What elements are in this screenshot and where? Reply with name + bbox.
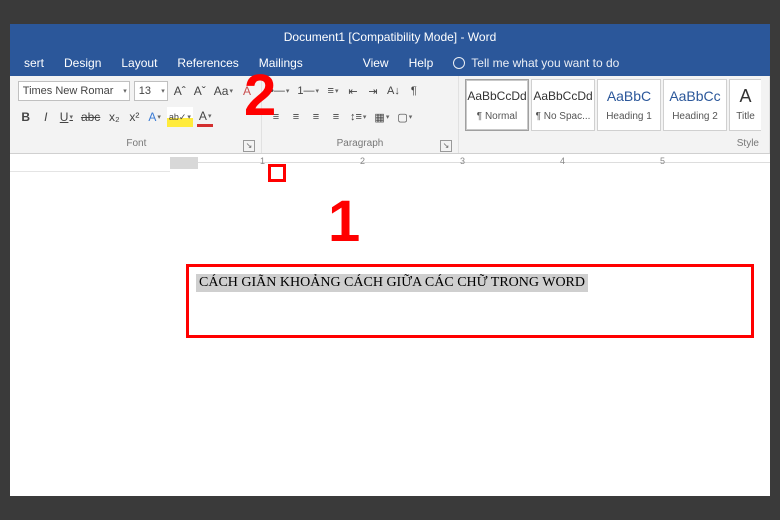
line-spacing-button[interactable]: ↕≡▾ [348,107,368,127]
annotation-rect-1 [186,264,754,338]
shrink-font-button[interactable]: Aˇ [192,81,208,101]
borders-button[interactable]: ▢▾ [395,107,414,127]
group-font: Times New Romar▾ 13▾ Aˆ Aˇ Aa▾ A B I U▾ … [12,76,262,153]
title-bar: Document1 [Compatibility Mode] - Word [10,24,770,50]
annotation-rect-2 [268,164,286,182]
style-heading2[interactable]: AaBbCc Heading 2 [663,79,727,131]
tab-view[interactable]: View [353,52,399,74]
annotation-1: 1 [328,188,360,255]
style-no-spacing[interactable]: AaBbCcDd ¶ No Spac... [531,79,595,131]
font-dialog-launcher[interactable]: ↘ [243,140,255,152]
align-center-button[interactable]: ≡ [288,107,304,127]
annotation-2: 2 [244,62,276,129]
ribbon: Times New Romar▾ 13▾ Aˆ Aˇ Aa▾ A B I U▾ … [10,76,770,154]
tab-references[interactable]: References [167,52,248,74]
bold-button[interactable]: B [18,107,34,127]
font-group-label: Font [126,138,146,149]
styles-group-label: Style [737,138,759,149]
highlight-button[interactable]: ab✓▾ [167,107,193,127]
align-right-button[interactable]: ≡ [308,107,324,127]
tab-insert[interactable]: sert [14,52,54,74]
paragraph-dialog-launcher[interactable]: ↘ [440,140,452,152]
numbering-button[interactable]: 1—▾ [295,81,321,101]
grow-font-button[interactable]: Aˆ [172,81,188,101]
document-area[interactable]: CÁCH GIÃN KHOẢNG CÁCH GIỮA CÁC CHỮ TRONG… [10,172,770,496]
style-title[interactable]: A Title [729,79,761,131]
multilevel-button[interactable]: ≡▾ [325,81,341,101]
font-color-button[interactable]: A▾ [197,107,214,127]
show-marks-button[interactable]: ¶ [406,81,422,101]
italic-button[interactable]: I [38,107,54,127]
tell-me[interactable]: Tell me what you want to do [453,56,619,70]
text-effects-button[interactable]: A▾ [146,107,163,127]
subscript-button[interactable]: x₂ [106,107,122,127]
style-normal[interactable]: AaBbCcDd ¶ Normal [465,79,529,131]
style-heading1[interactable]: AaBbC Heading 1 [597,79,661,131]
tab-help[interactable]: Help [399,52,444,74]
tab-design[interactable]: Design [54,52,111,74]
word-window: Document1 [Compatibility Mode] - Word se… [10,24,770,496]
tell-me-text: Tell me what you want to do [471,56,619,70]
change-case-button[interactable]: Aa▾ [212,81,235,101]
strike-button[interactable]: abc [79,107,102,127]
underline-button[interactable]: U▾ [58,107,75,127]
group-styles: AaBbCcDd ¶ Normal AaBbCcDd ¶ No Spac... … [459,76,770,153]
bulb-icon [453,57,465,69]
decrease-indent-button[interactable]: ⇤ [345,81,361,101]
increase-indent-button[interactable]: ⇥ [365,81,381,101]
font-name-combo[interactable]: Times New Romar▾ [18,81,130,101]
group-paragraph: •—▾ 1—▾ ≡▾ ⇤ ⇥ A↓ ¶ ≡ ≡ ≡ ≡ ↕≡▾ ▦▾ ▢▾ [262,76,459,153]
ribbon-tabs: sert Design Layout References Mailings V… [10,50,770,76]
shading-button[interactable]: ▦▾ [372,107,391,127]
tab-layout[interactable]: Layout [111,52,167,74]
sort-button[interactable]: A↓ [385,81,402,101]
font-size-combo[interactable]: 13▾ [134,81,168,101]
justify-button[interactable]: ≡ [328,107,344,127]
superscript-button[interactable]: x² [126,107,142,127]
tab-hidden[interactable] [313,59,353,67]
ruler[interactable]: 1 2 3 4 5 [10,154,770,172]
paragraph-group-label: Paragraph [337,138,384,149]
window-title: Document1 [Compatibility Mode] - Word [284,30,497,44]
